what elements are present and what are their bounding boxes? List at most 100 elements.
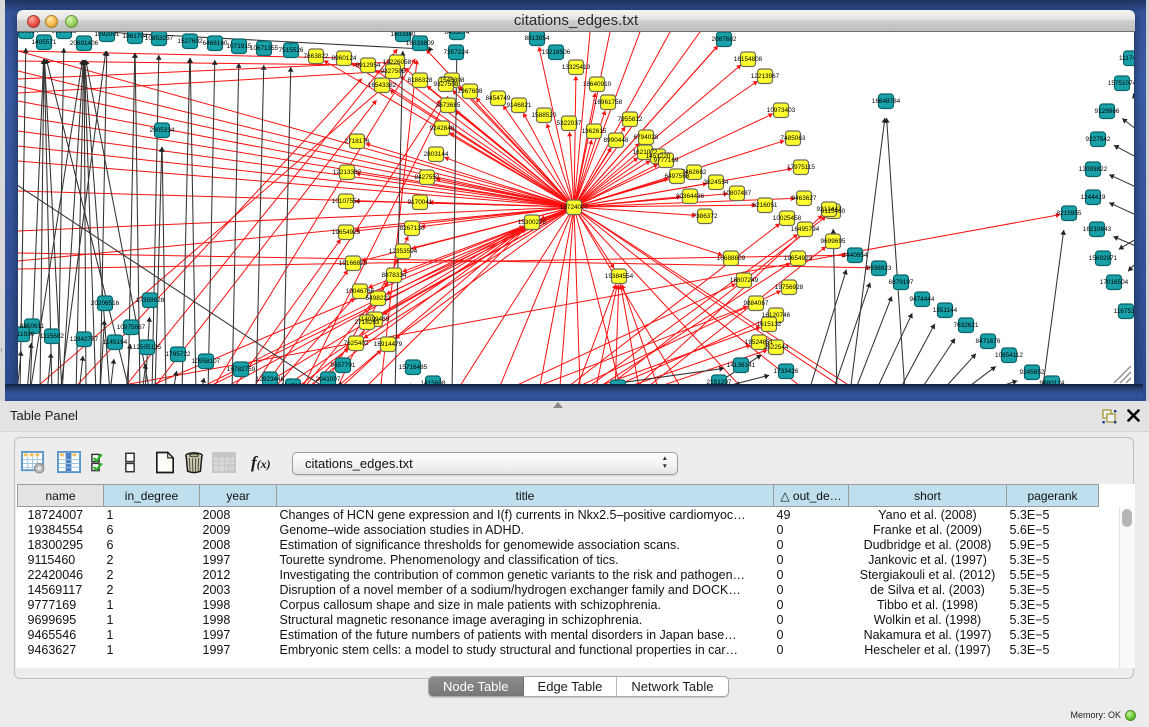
svg-text:10973403: 10973403 (767, 107, 796, 114)
svg-text:1244419: 1244419 (1081, 194, 1106, 201)
svg-text:16648784: 16648784 (872, 98, 901, 105)
svg-text:1795722: 1795722 (166, 351, 191, 358)
svg-text:17016504: 17016504 (1100, 279, 1129, 286)
svg-text:3673685: 3673685 (436, 102, 461, 109)
svg-text:10654112: 10654112 (995, 352, 1023, 359)
svg-text:2803144: 2803144 (424, 151, 449, 158)
svg-text:10025458: 10025458 (773, 215, 802, 222)
svg-text:1588520: 1588520 (532, 112, 557, 119)
svg-text:10046765: 10046765 (346, 288, 375, 295)
svg-text:14136141: 14136141 (727, 362, 756, 369)
svg-text:2718263: 2718263 (355, 319, 380, 326)
svg-text:9242848: 9242848 (430, 125, 455, 132)
svg-text:9129966: 9129966 (1095, 108, 1120, 115)
svg-text:8433074: 8433074 (445, 32, 470, 36)
svg-text:9213442: 9213442 (817, 206, 842, 213)
svg-text:8186328: 8186328 (408, 77, 433, 84)
svg-text:1440954: 1440954 (843, 252, 868, 259)
svg-text:8427552: 8427552 (415, 174, 440, 181)
svg-text:7632621: 7632621 (954, 322, 979, 329)
svg-text:7386372: 7386372 (693, 213, 718, 220)
svg-text:16543382: 16543382 (368, 82, 397, 89)
svg-text:12353594: 12353594 (389, 248, 418, 255)
svg-text:12923446: 12923446 (256, 376, 285, 383)
svg-text:10688609: 10688609 (717, 255, 746, 262)
svg-text:8267130: 8267130 (400, 225, 425, 232)
svg-text:8813054: 8813054 (525, 35, 550, 42)
svg-text:19218506: 19218506 (542, 49, 571, 56)
svg-text:8878334: 8878334 (382, 272, 407, 279)
svg-text:15692971: 15692971 (1089, 255, 1118, 262)
svg-text:7663822: 7663822 (304, 53, 329, 60)
svg-text:9777169: 9777169 (654, 157, 679, 164)
svg-text:16495794: 16495794 (791, 226, 820, 233)
svg-text:2522544: 2522544 (764, 344, 789, 351)
svg-text:1527602: 1527602 (178, 38, 203, 45)
svg-text:18640910: 18640910 (583, 81, 612, 88)
svg-text:10853257: 10853257 (145, 35, 174, 42)
svg-text:9657791: 9657791 (331, 362, 356, 369)
svg-text:16914479: 16914479 (374, 341, 403, 348)
svg-text:13226058: 13226058 (383, 59, 412, 66)
svg-text:15751074: 15751074 (1108, 80, 1134, 87)
svg-text:7357224: 7357224 (444, 49, 469, 56)
svg-text:8471676: 8471676 (976, 338, 1001, 345)
svg-text:20206516: 20206516 (91, 300, 120, 307)
svg-text:1615132: 1615132 (757, 321, 782, 328)
svg-text:6879197: 6879197 (889, 279, 914, 286)
svg-text:12093822: 12093822 (1079, 166, 1108, 173)
svg-text:19384554: 19384554 (605, 273, 634, 280)
svg-text:19756928: 19756928 (775, 284, 804, 291)
svg-text:5322037: 5322037 (557, 120, 582, 127)
svg-text:7485063: 7485063 (781, 135, 806, 142)
svg-text:20364436: 20364436 (676, 193, 705, 200)
svg-text:3624554: 3624554 (704, 179, 729, 186)
svg-text:7515526: 7515526 (279, 47, 304, 54)
svg-text:16120746: 16120746 (762, 312, 791, 319)
svg-text:12213967: 12213967 (751, 73, 780, 80)
svg-text:1167533: 1167533 (1114, 308, 1134, 315)
svg-text:2967608: 2967608 (458, 88, 483, 95)
svg-text:6794028: 6794028 (634, 134, 659, 141)
svg-text:1071915: 1071915 (227, 43, 252, 50)
svg-text:8850611: 8850611 (20, 323, 45, 330)
svg-text:1860554: 1860554 (18, 32, 39, 35)
svg-text:13325419: 13325419 (562, 64, 591, 71)
svg-text:16782759: 16782759 (227, 366, 256, 373)
svg-text:2087682: 2087682 (712, 36, 737, 43)
svg-text:9463627: 9463627 (792, 195, 817, 202)
svg-text:1145194: 1145194 (103, 339, 128, 346)
svg-text:9327505: 9327505 (381, 68, 406, 75)
svg-text:10671355: 10671355 (250, 45, 279, 52)
svg-text:10975867: 10975867 (117, 324, 146, 331)
svg-text:2905334: 2905334 (150, 127, 175, 134)
svg-text:9146821: 9146821 (507, 102, 532, 109)
svg-text:16210643: 16210643 (1083, 226, 1112, 233)
svg-text:9936013: 9936013 (52, 32, 77, 35)
svg-text:9474444: 9474444 (910, 296, 935, 303)
svg-text:16154808: 16154808 (734, 56, 763, 63)
svg-text:8960124: 8960124 (332, 55, 357, 62)
svg-text:10958107: 10958107 (192, 358, 221, 365)
svg-text:1117404: 1117404 (1119, 55, 1134, 62)
svg-text:12942757: 12942757 (70, 336, 99, 343)
svg-text:3911930: 3911930 (18, 331, 35, 338)
svg-text:18807249: 18807249 (730, 277, 759, 284)
svg-text:10807487: 10807487 (723, 190, 752, 197)
svg-text:15300275: 15300275 (518, 219, 547, 226)
svg-text:9227542: 9227542 (1086, 136, 1111, 143)
svg-text:5498222: 5498222 (366, 295, 391, 302)
svg-text:18724007: 18724007 (560, 204, 589, 211)
svg-text:20691406: 20691406 (70, 40, 99, 47)
svg-text:1733426: 1733426 (774, 368, 799, 375)
svg-text:7955812: 7955812 (618, 116, 643, 123)
svg-text:9245652: 9245652 (1020, 369, 1045, 376)
svg-text:1405571: 1405571 (32, 39, 57, 46)
svg-text:7462662: 7462662 (682, 169, 707, 176)
svg-text:15716485: 15716485 (399, 364, 428, 371)
svg-text:16961758: 16961758 (594, 99, 623, 106)
svg-text:12505135: 12505135 (133, 344, 162, 351)
svg-text:1092001: 1092001 (95, 32, 120, 38)
svg-text:8215955: 8215955 (1057, 210, 1082, 217)
svg-text:19654923: 19654923 (784, 255, 813, 262)
